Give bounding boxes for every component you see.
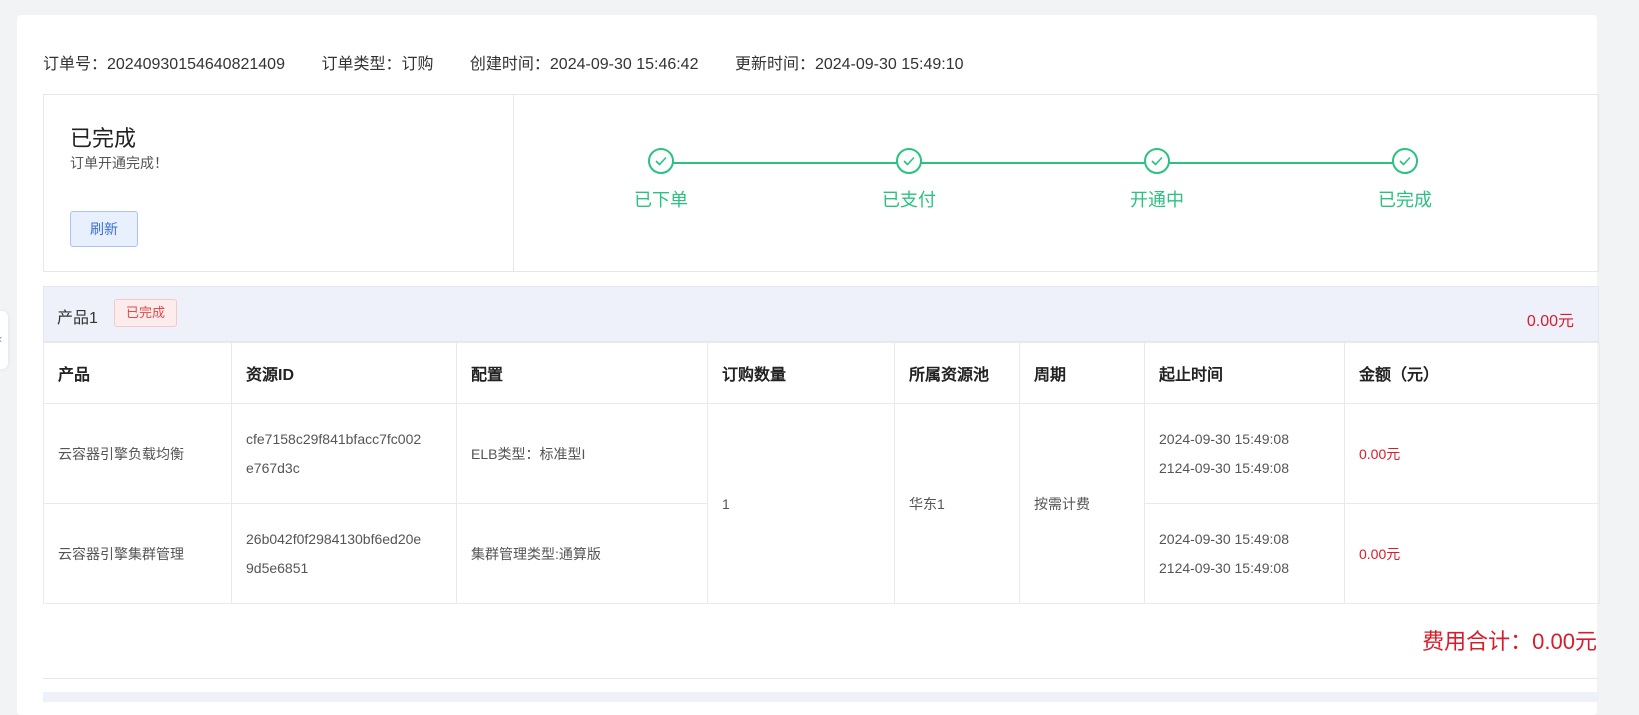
order-number: 订单号：20240930154640821409 bbox=[43, 56, 285, 73]
cell-period: 按需计费 bbox=[1019, 403, 1145, 604]
section-divider bbox=[43, 678, 1599, 679]
cell-time-range: 2024-09-30 15:49:08 2124-09-30 15:49:08 bbox=[1144, 403, 1345, 504]
check-icon bbox=[1392, 148, 1418, 174]
start-time: 2024-09-30 15:49:08 bbox=[1159, 430, 1289, 447]
cell-amount: 0.00元 bbox=[1344, 403, 1600, 504]
cell-time-range: 2024-09-30 15:49:08 2124-09-30 15:49:08 bbox=[1144, 503, 1345, 604]
cell-amount: 0.00元 bbox=[1344, 503, 1600, 604]
order-status-panel: 已完成 订单开通完成！ 刷新 已下单 已支付 开通中 已完成 bbox=[43, 94, 1599, 272]
next-section-header bbox=[43, 692, 1599, 702]
resource-id-line: cfe7158c29f841bfacc7fc002 bbox=[246, 430, 422, 447]
product-name: 产品1 bbox=[57, 310, 98, 327]
check-icon bbox=[1144, 148, 1170, 174]
step-completed: 已完成 bbox=[1345, 148, 1465, 212]
step-label: 已完成 bbox=[1378, 190, 1432, 210]
cell-product: 云容器引擎负载均衡 bbox=[43, 403, 232, 504]
progress-steps: 已下单 已支付 开通中 已完成 bbox=[514, 95, 1598, 271]
updated-time: 更新时间：2024-09-30 15:49:10 bbox=[734, 56, 964, 73]
column-header: 资源ID bbox=[231, 342, 457, 404]
end-time: 2124-09-30 15:49:08 bbox=[1159, 459, 1289, 476]
status-title: 已完成 bbox=[70, 126, 137, 151]
column-header: 所属资源池 bbox=[894, 342, 1020, 404]
end-time: 2124-09-30 15:49:08 bbox=[1159, 559, 1289, 576]
column-header: 金额（元） bbox=[1344, 342, 1600, 404]
step-label: 开通中 bbox=[1130, 190, 1184, 210]
chevron-left-icon: ‹ bbox=[0, 331, 2, 346]
table-row: 云容器引擎负载均衡 cfe7158c29f841bfacc7fc002 e767d… bbox=[43, 403, 1600, 604]
cell-quantity: 1 bbox=[707, 403, 895, 604]
step-label: 已下单 bbox=[634, 190, 688, 210]
total-cost: 费用合计：0.00元 bbox=[1422, 629, 1597, 654]
column-header: 订购数量 bbox=[707, 342, 895, 404]
column-header: 产品 bbox=[43, 342, 232, 404]
cell-resource-pool: 华东1 bbox=[894, 403, 1020, 604]
cell-resource-id: 26b042f0f2984130bf6ed20e 9d5e6851 bbox=[231, 503, 457, 604]
progress-line bbox=[661, 162, 1405, 164]
product-amount: 0.00元 bbox=[1526, 313, 1574, 330]
refresh-button[interactable]: 刷新 bbox=[70, 211, 138, 247]
step-ordered: 已下单 bbox=[601, 148, 721, 212]
column-header: 周期 bbox=[1019, 342, 1145, 404]
cell-config: ELB类型：标准型I bbox=[456, 403, 708, 504]
order-type: 订单类型：订购 bbox=[321, 56, 434, 73]
cell-product: 云容器引擎集群管理 bbox=[43, 503, 232, 604]
status-subtitle: 订单开通完成！ bbox=[70, 155, 168, 171]
check-icon bbox=[648, 148, 674, 174]
start-time: 2024-09-30 15:49:08 bbox=[1159, 530, 1289, 547]
column-header: 配置 bbox=[456, 342, 708, 404]
step-paid: 已支付 bbox=[849, 148, 969, 212]
cell-resource-id: cfe7158c29f841bfacc7fc002 e767d3c bbox=[231, 403, 457, 504]
resource-id-line: 26b042f0f2984130bf6ed20e bbox=[246, 530, 422, 547]
created-time: 创建时间：2024-09-30 15:46:42 bbox=[469, 56, 699, 73]
order-info-row: 订单号：20240930154640821409 订单类型：订购 创建时间：20… bbox=[43, 50, 996, 74]
sidebar-collapse-toggle[interactable]: ‹ bbox=[0, 311, 8, 369]
check-icon bbox=[896, 148, 922, 174]
table-header-row: 产品 资源ID 配置 订购数量 所属资源池 周期 起止时间 金额（元） bbox=[43, 342, 1600, 404]
cell-config: 集群管理类型:通算版 bbox=[456, 503, 708, 604]
status-summary: 已完成 订单开通完成！ 刷新 bbox=[44, 95, 514, 271]
step-provisioning: 开通中 bbox=[1097, 148, 1217, 212]
resource-id-line: e767d3c bbox=[246, 459, 300, 476]
status-badge: 已完成 bbox=[114, 299, 178, 327]
resource-table: 产品 资源ID 配置 订购数量 所属资源池 周期 起止时间 金额（元） 云容器引… bbox=[43, 342, 1600, 604]
resource-id-line: 9d5e6851 bbox=[246, 559, 309, 576]
product-header: 产品1 已完成 0.00元 bbox=[43, 286, 1599, 342]
step-label: 已支付 bbox=[882, 190, 936, 210]
column-header: 起止时间 bbox=[1144, 342, 1345, 404]
